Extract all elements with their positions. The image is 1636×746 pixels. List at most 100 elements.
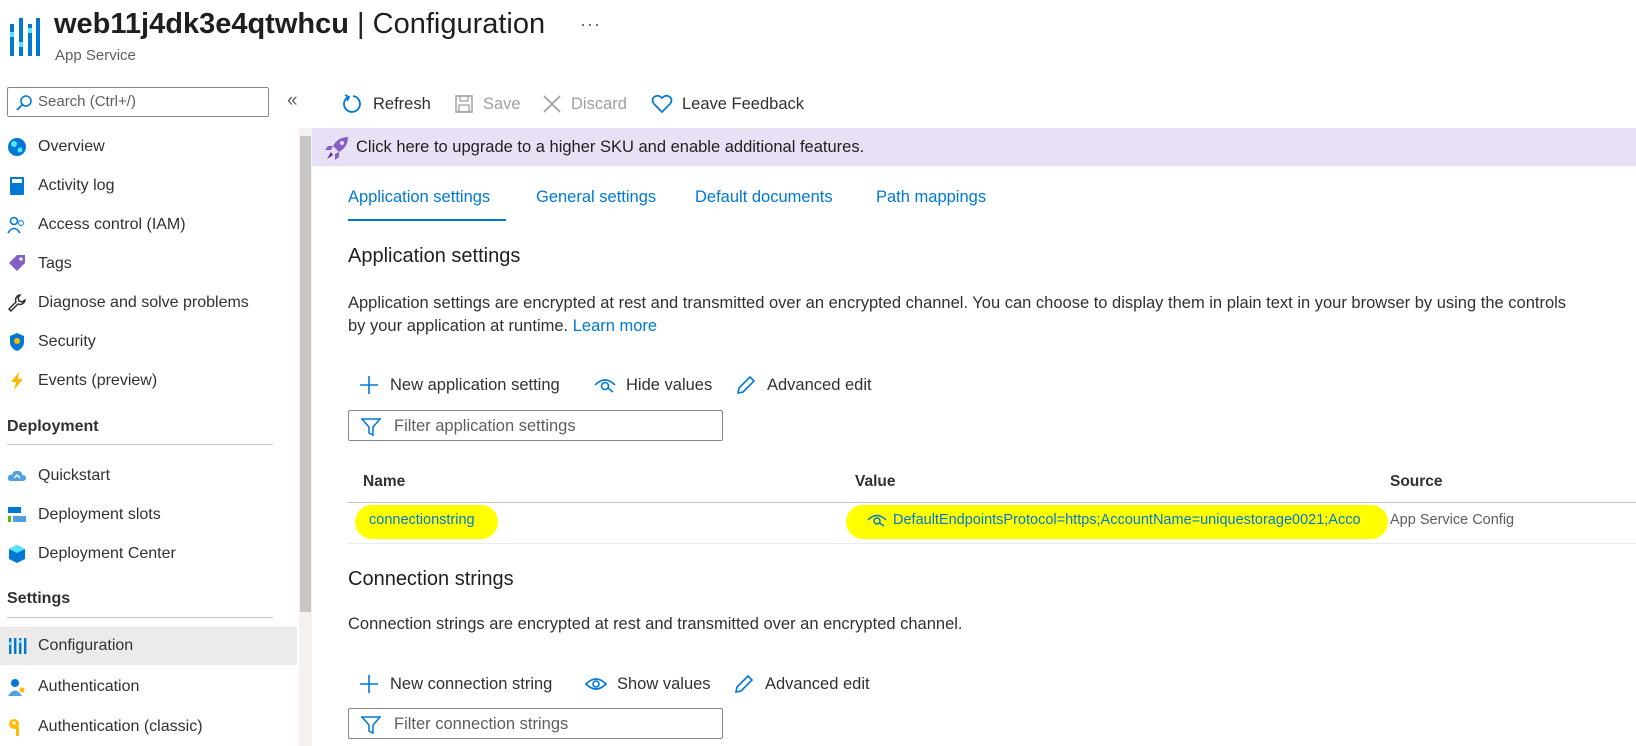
configuration-logo-icon bbox=[10, 18, 40, 56]
show-values-label: Show values bbox=[617, 674, 711, 693]
sidebar-item-label: Authentication (classic) bbox=[38, 718, 203, 735]
filter-icon bbox=[361, 418, 381, 437]
sidebar-item-tags[interactable]: Tags bbox=[0, 245, 297, 283]
description-line-2: by your application at runtime. Learn mo… bbox=[348, 315, 1566, 338]
save-icon bbox=[455, 95, 473, 113]
search-placeholder: Search (Ctrl+/) bbox=[38, 93, 136, 110]
sidebar-item-quickstart[interactable]: Quickstart bbox=[0, 457, 297, 495]
collapse-sidebar-button[interactable]: « bbox=[287, 90, 298, 112]
sidebar-item-activity-log[interactable]: Activity log bbox=[0, 167, 297, 205]
plus-icon bbox=[360, 675, 378, 693]
sidebar-item-label: Tags bbox=[38, 255, 72, 272]
page-header: web11j4dk3e4qtwhcu | Configuration App S… bbox=[0, 0, 1636, 80]
setting-value-text: DefaultEndpointsProtocol=https;AccountNa… bbox=[893, 512, 1361, 528]
sidebar-item-deployment-center[interactable]: Deployment Center bbox=[0, 535, 297, 573]
sidebar-item-diagnose[interactable]: Diagnose and solve problems bbox=[0, 284, 297, 322]
filter-icon bbox=[361, 716, 381, 735]
banner-text: Click here to upgrade to a higher SKU an… bbox=[356, 138, 865, 156]
slots-icon bbox=[8, 507, 26, 522]
key-icon bbox=[9, 719, 19, 736]
tab-application-settings[interactable]: Application settings bbox=[348, 188, 490, 207]
leave-feedback-button[interactable]: Leave Feedback bbox=[651, 90, 804, 118]
filter-application-settings-input[interactable]: Filter application settings bbox=[348, 410, 723, 441]
sidebar-item-label: Configuration bbox=[38, 637, 134, 654]
setting-value-cell[interactable]: DefaultEndpointsProtocol=https;AccountNa… bbox=[867, 512, 1361, 528]
cube-icon bbox=[9, 545, 25, 563]
sidebar-item-authentication[interactable]: Authentication bbox=[0, 668, 297, 706]
sidebar-item-events[interactable]: Events (preview) bbox=[0, 362, 297, 400]
tab-general-settings[interactable]: General settings bbox=[536, 188, 656, 207]
filter-placeholder: Filter application settings bbox=[394, 417, 576, 435]
advanced-edit-connection-button[interactable]: Advanced edit bbox=[733, 670, 870, 698]
app-settings-description: Application settings are encrypted at re… bbox=[348, 292, 1566, 338]
sidebar-item-overview[interactable]: Overview bbox=[0, 128, 297, 166]
feedback-label: Leave Feedback bbox=[682, 94, 805, 113]
show-values-button[interactable]: Show values bbox=[585, 670, 711, 698]
lightning-icon bbox=[11, 372, 23, 390]
sidebar-item-label: Deployment slots bbox=[38, 506, 161, 523]
tab-default-documents[interactable]: Default documents bbox=[695, 188, 833, 207]
sidebar-item-label: Quickstart bbox=[38, 467, 111, 484]
setting-source-text: App Service Config bbox=[1390, 512, 1515, 528]
heart-icon bbox=[651, 94, 673, 114]
pencil-icon bbox=[736, 375, 756, 395]
column-header-name[interactable]: Name bbox=[363, 473, 405, 491]
sidebar-item-label: Security bbox=[38, 333, 96, 350]
page-title: web11j4dk3e4qtwhcu | Configuration bbox=[54, 8, 545, 41]
globe-icon bbox=[8, 138, 26, 156]
new-connection-string-button[interactable]: New connection string bbox=[358, 670, 552, 698]
sidebar-scrollbar[interactable] bbox=[299, 128, 312, 746]
page-name: Configuration bbox=[372, 8, 546, 40]
learn-more-link[interactable]: Learn more bbox=[573, 317, 657, 335]
table-header-divider bbox=[348, 502, 1636, 503]
refresh-icon bbox=[343, 94, 361, 113]
hide-values-button[interactable]: Hide values bbox=[594, 371, 712, 399]
section-title-settings: Settings bbox=[7, 590, 71, 607]
connection-strings-description: Connection strings are encrypted at rest… bbox=[348, 615, 963, 633]
advanced-edit-label: Advanced edit bbox=[767, 375, 872, 394]
sidebar-item-label: Activity log bbox=[38, 177, 115, 194]
new-connection-string-label: New connection string bbox=[390, 674, 553, 693]
save-button[interactable]: Save bbox=[454, 90, 521, 118]
discard-button[interactable]: Discard bbox=[542, 90, 627, 118]
eye-hidden-icon bbox=[594, 379, 616, 393]
eye-icon bbox=[585, 678, 607, 690]
tab-path-mappings[interactable]: Path mappings bbox=[876, 188, 986, 207]
eye-hidden-icon bbox=[867, 514, 887, 527]
sidebar-item-security[interactable]: Security bbox=[0, 323, 297, 361]
more-options-button[interactable]: ··· bbox=[580, 14, 601, 35]
active-tab-indicator bbox=[348, 219, 506, 221]
wrench-icon bbox=[7, 294, 26, 313]
column-header-source[interactable]: Source bbox=[1390, 473, 1443, 491]
section-divider bbox=[7, 617, 273, 618]
rocket-icon bbox=[325, 137, 348, 160]
advanced-edit-connection-label: Advanced edit bbox=[765, 674, 870, 693]
sidebar-search-input[interactable]: Search (Ctrl+/) bbox=[7, 87, 269, 117]
save-label: Save bbox=[483, 94, 521, 113]
title-separator: | bbox=[348, 8, 373, 40]
sidebar-item-access-control[interactable]: Access control (IAM) bbox=[0, 206, 297, 244]
sidebar-item-label: Events (preview) bbox=[38, 372, 158, 389]
discard-label: Discard bbox=[571, 94, 627, 113]
cloud-icon bbox=[7, 470, 27, 481]
pencil-icon bbox=[734, 674, 754, 694]
sidebar-item-authentication-classic[interactable]: Authentication (classic) bbox=[0, 708, 297, 746]
setting-name-link[interactable]: connectionstring bbox=[369, 512, 475, 528]
advanced-edit-button[interactable]: Advanced edit bbox=[735, 371, 872, 399]
refresh-button[interactable]: Refresh bbox=[342, 90, 431, 118]
column-header-value[interactable]: Value bbox=[855, 473, 896, 491]
upgrade-banner[interactable]: Click here to upgrade to a higher SKU an… bbox=[312, 128, 1636, 166]
scrollbar-thumb[interactable] bbox=[300, 136, 311, 612]
sidebar-item-configuration[interactable]: Configuration bbox=[0, 627, 297, 665]
filter-connection-strings-input[interactable]: Filter connection strings bbox=[348, 708, 723, 739]
person-key-icon bbox=[8, 679, 25, 696]
sliders-icon bbox=[9, 638, 27, 654]
new-setting-label: New application setting bbox=[390, 375, 560, 394]
new-application-setting-button[interactable]: New application setting bbox=[358, 371, 560, 399]
people-icon bbox=[7, 216, 25, 234]
description-line-1: Application settings are encrypted at re… bbox=[348, 294, 1567, 312]
plus-icon bbox=[360, 376, 378, 394]
filter-placeholder: Filter connection strings bbox=[394, 715, 569, 733]
sidebar-item-deployment-slots[interactable]: Deployment slots bbox=[0, 496, 297, 534]
search-icon bbox=[16, 95, 32, 111]
